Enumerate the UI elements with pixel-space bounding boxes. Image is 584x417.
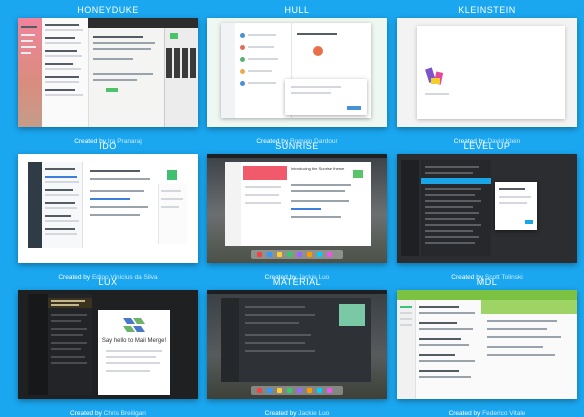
preview-banner xyxy=(243,166,287,180)
preview-right-pane xyxy=(158,184,187,244)
author-link[interactable]: Jackie Luo xyxy=(298,410,329,417)
preview-sidebar xyxy=(28,294,48,395)
theme-title: IDO xyxy=(99,141,117,151)
theme-preview-image[interactable]: Say hello to Mail Merge! xyxy=(18,290,198,399)
theme-preview-image[interactable] xyxy=(397,290,577,399)
preview-thread-list xyxy=(42,162,83,248)
preview-sidebar xyxy=(225,162,241,246)
preview-avatar xyxy=(313,46,323,56)
theme-title: LEVEL UP xyxy=(463,141,511,151)
theme-card-kleinstein[interactable]: KLEINSTEIN Created by David Klein xyxy=(397,4,577,145)
preview-sidebar xyxy=(221,23,235,118)
theme-title: HULL xyxy=(284,5,310,15)
preview-green-header xyxy=(481,300,577,314)
theme-title: LUX xyxy=(98,277,118,287)
theme-title: HONEYDUKE xyxy=(77,5,139,15)
preview-green-badge xyxy=(353,170,363,178)
theme-card-level-up[interactable]: LEVEL UP Created by Scott Tolinski xyxy=(397,140,577,281)
theme-title: MATERIAL xyxy=(272,277,322,287)
preview-heading: Introducing the Sunrise theme xyxy=(291,166,345,171)
theme-preview-image[interactable] xyxy=(397,18,577,127)
theme-card-sunrise[interactable]: SUNRISE Introducing the Sunrise theme Cr… xyxy=(207,140,387,281)
theme-title: SUNRISE xyxy=(275,141,319,151)
preview-sidebar xyxy=(28,162,42,248)
theme-card-material[interactable]: MATERIAL Created by Jackie Luo xyxy=(207,276,387,417)
preview-thread-list xyxy=(48,294,92,395)
theme-preview-image[interactable]: Introducing the Sunrise theme xyxy=(207,154,387,263)
author-link[interactable]: Federico Vitale xyxy=(482,410,525,417)
credit-prefix: Created by xyxy=(70,410,102,417)
theme-preview-image[interactable] xyxy=(18,18,198,127)
theme-credit: Created by Federico Vitale xyxy=(397,410,577,417)
preview-green-badge xyxy=(170,33,178,39)
theme-card-mdl[interactable]: MDL Created by Federico Vitale xyxy=(397,276,577,417)
preview-menubar xyxy=(207,154,387,158)
theme-credit: Created by Jackie Luo xyxy=(207,410,387,417)
theme-credit: Created by Chris Breiligan xyxy=(18,410,198,417)
preview-sidebar xyxy=(397,300,416,399)
preview-notification xyxy=(339,304,365,326)
preview-illustration xyxy=(425,67,444,85)
preview-toolbar xyxy=(88,18,198,28)
theme-preview-image[interactable] xyxy=(207,18,387,127)
credit-prefix: Created by xyxy=(448,410,481,417)
theme-preview-image[interactable] xyxy=(207,290,387,399)
preview-heading: Say hello to Mail Merge! xyxy=(101,338,167,344)
credit-prefix: Created by xyxy=(264,410,297,417)
preview-thread-list xyxy=(42,18,89,127)
author-link[interactable]: Chris Breiligan xyxy=(104,410,146,417)
preview-sidebar xyxy=(401,160,419,256)
theme-card-honeyduke[interactable]: HONEYDUKE Created by Ira Pranaraj xyxy=(18,4,198,145)
preview-menubar xyxy=(207,290,387,294)
theme-preview-image[interactable] xyxy=(18,154,198,263)
mailmerge-logo-icon xyxy=(123,318,145,332)
theme-card-hull[interactable]: HULL Created by Romain Dardour xyxy=(207,4,387,145)
preview-sidebar xyxy=(221,298,239,382)
preview-selected-row xyxy=(421,178,491,184)
theme-title: KLEINSTEIN xyxy=(458,5,516,15)
theme-preview-image[interactable] xyxy=(397,154,577,263)
theme-card-lux[interactable]: LUX Say hello to Mail Merge! Created by … xyxy=(18,276,198,417)
theme-card-ido[interactable]: IDO Created by Edipo Vinicius da Silva xyxy=(18,140,198,281)
theme-title: MDL xyxy=(476,277,498,287)
preview-green-badge xyxy=(167,170,177,180)
preview-toolbar xyxy=(397,290,577,300)
preview-keyboard xyxy=(166,48,196,78)
